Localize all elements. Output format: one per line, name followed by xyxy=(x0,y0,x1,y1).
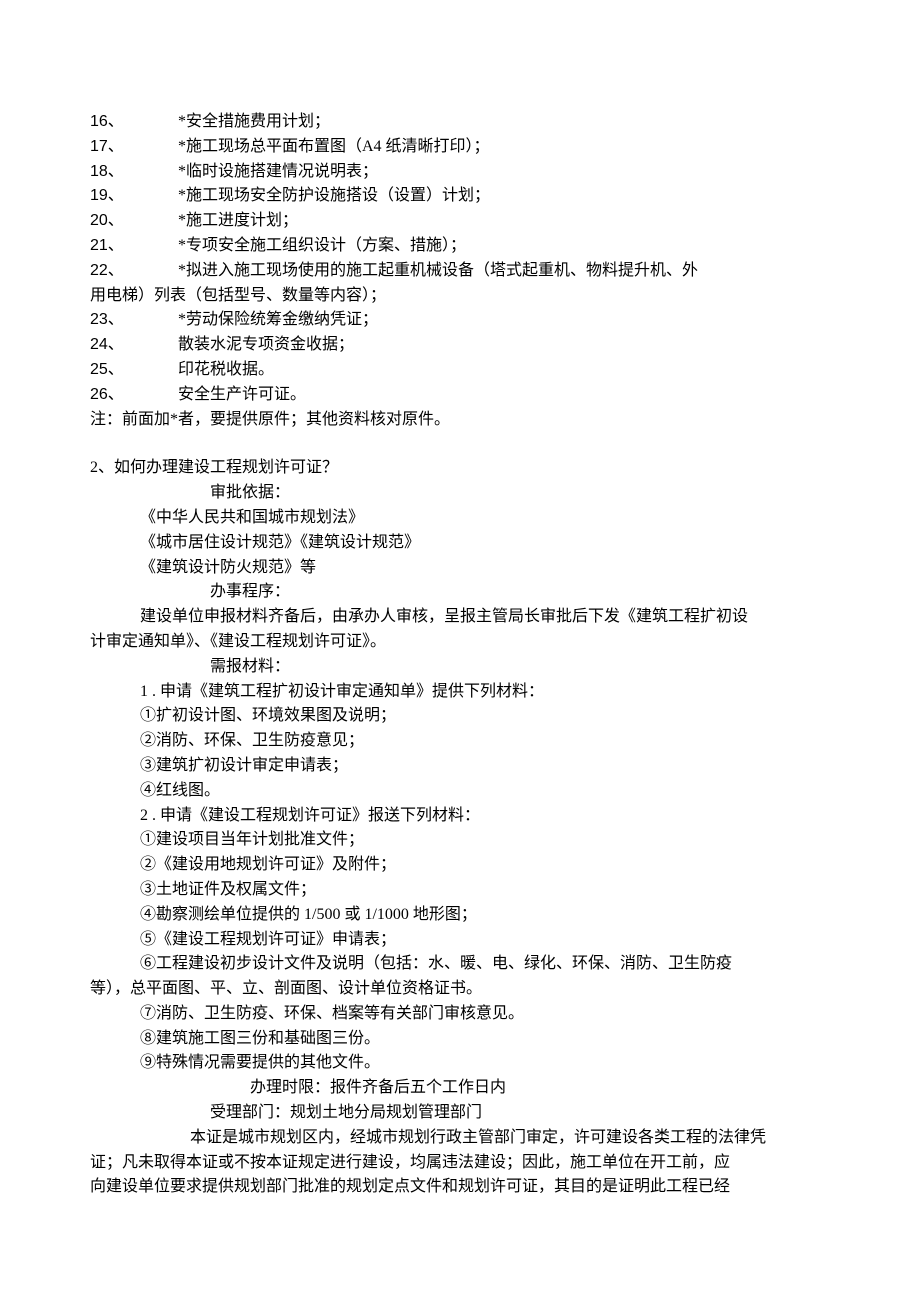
label-materials: 需报材料： xyxy=(90,655,830,680)
item-text: *施工现场安全防护设施搭设（设置）计划； xyxy=(178,184,830,209)
materials-group-heading: 1 . 申请《建筑工程扩初设计审定通知单》提供下列材料： xyxy=(90,680,830,705)
item-text: *劳动保险统筹金缴纳凭证； xyxy=(178,308,830,333)
item-text: *拟进入施工现场使用的施工起重机械设备（塔式起重机、物料提升机、外 xyxy=(178,259,830,284)
item-number: 25、 xyxy=(90,358,178,383)
materials-item: ①扩初设计图、环境效果图及说明； xyxy=(90,704,830,729)
list-item: 26、 安全生产许可证。 xyxy=(90,383,830,408)
list-item: 24、 散装水泥专项资金收据； xyxy=(90,333,830,358)
procedure-text: 建设单位申报材料齐备后，由承办人审核，呈报主管局长审批后下发《建筑工程扩初设 xyxy=(90,605,830,630)
item-number: 17、 xyxy=(90,135,178,160)
materials-item: ⑤《建设工程规划许可证》申请表； xyxy=(90,928,830,953)
item-text: 安全生产许可证。 xyxy=(178,383,830,408)
item-number: 26、 xyxy=(90,383,178,408)
list-item: 21、 *专项安全施工组织设计（方案、措施）； xyxy=(90,234,830,259)
materials-item: ④红线图。 xyxy=(90,779,830,804)
materials-item: ③土地证件及权属文件； xyxy=(90,878,830,903)
item-number: 16、 xyxy=(90,110,178,135)
materials-item: ⑦消防、卫生防疫、环保、档案等有关部门审核意见。 xyxy=(90,1002,830,1027)
basis-item: 《城市居住设计规范》《建筑设计规范》 xyxy=(90,531,830,556)
list-item: 16、 *安全措施费用计划； xyxy=(90,110,830,135)
item-text: *施工现场总平面布置图（A4 纸清晰打印）； xyxy=(178,135,830,160)
list-item: 20、 *施工进度计划； xyxy=(90,209,830,234)
footer-paragraph: 证；凡未取得本证或不按本证规定进行建设，均属违法建设；因此，施工单位在开工前，应 xyxy=(90,1151,830,1176)
materials-item: ②《建设用地规划许可证》及附件； xyxy=(90,853,830,878)
item-number: 24、 xyxy=(90,333,178,358)
label-basis: 审批依据： xyxy=(90,481,830,506)
item-text: *安全措施费用计划； xyxy=(178,110,830,135)
spacer xyxy=(90,432,830,456)
item-text: 散装水泥专项资金收据； xyxy=(178,333,830,358)
materials-group-heading: 2 . 申请《建设工程规划许可证》报送下列材料： xyxy=(90,804,830,829)
footer-paragraph: 向建设单位要求提供规划部门批准的规划定点文件和规划许可证，其目的是证明此工程已经 xyxy=(90,1175,830,1200)
item-number: 19、 xyxy=(90,184,178,209)
label-procedure: 办事程序： xyxy=(90,580,830,605)
item-number: 18、 xyxy=(90,160,178,185)
materials-item: ①建设项目当年计划批准文件； xyxy=(90,828,830,853)
list-item: 23、 *劳动保险统筹金缴纳凭证； xyxy=(90,308,830,333)
materials-item: ⑥工程建设初步设计文件及说明（包括：水、暖、电、绿化、环保、消防、卫生防疫 xyxy=(90,952,830,977)
item-text: *专项安全施工组织设计（方案、措施）； xyxy=(178,234,830,259)
item-text: 印花税收据。 xyxy=(178,358,830,383)
item-text: *临时设施搭建情况说明表； xyxy=(178,160,830,185)
procedure-text: 计审定通知单》、《建设工程规划许可证》。 xyxy=(90,630,830,655)
note-text: 注：前面加*者，要提供原件；其他资料核对原件。 xyxy=(90,408,830,433)
list-item: 17、 *施工现场总平面布置图（A4 纸清晰打印）； xyxy=(90,135,830,160)
time-limit: 办理时限：报件齐备后五个工作日内 xyxy=(90,1076,830,1101)
list-item: 18、 *临时设施搭建情况说明表； xyxy=(90,160,830,185)
materials-item: ⑨特殊情况需要提供的其他文件。 xyxy=(90,1051,830,1076)
item-number: 20、 xyxy=(90,209,178,234)
basis-item: 《建筑设计防火规范》等 xyxy=(90,556,830,581)
item-text: *施工进度计划； xyxy=(178,209,830,234)
materials-item: ⑧建筑施工图三份和基础图三份。 xyxy=(90,1027,830,1052)
item-number: 22、 xyxy=(90,259,178,284)
footer-paragraph: 本证是城市规划区内，经城市规划行政主管部门审定，许可建设各类工程的法律凭 xyxy=(90,1126,830,1151)
section-heading: 2、如何办理建设工程规划许可证？ xyxy=(90,456,830,481)
document-page: 16、 *安全措施费用计划； 17、 *施工现场总平面布置图（A4 纸清晰打印）… xyxy=(0,0,920,1301)
materials-item: ②消防、环保、卫生防疫意见； xyxy=(90,729,830,754)
department: 受理部门：规划土地分局规划管理部门 xyxy=(90,1101,830,1126)
basis-item: 《中华人民共和国城市规划法》 xyxy=(90,506,830,531)
materials-item-continuation: 等），总平面图、平、立、剖面图、设计单位资格证书。 xyxy=(90,977,830,1002)
list-item: 19、 *施工现场安全防护设施搭设（设置）计划； xyxy=(90,184,830,209)
item-number: 21、 xyxy=(90,234,178,259)
list-item: 25、 印花税收据。 xyxy=(90,358,830,383)
materials-item: ③建筑扩初设计审定申请表； xyxy=(90,754,830,779)
item-number: 23、 xyxy=(90,308,178,333)
list-item: 22、 *拟进入施工现场使用的施工起重机械设备（塔式起重机、物料提升机、外 xyxy=(90,259,830,284)
materials-item: ④勘察测绘单位提供的 1/500 或 1/1000 地形图； xyxy=(90,903,830,928)
item-continuation: 用电梯）列表（包括型号、数量等内容）； xyxy=(90,284,830,309)
